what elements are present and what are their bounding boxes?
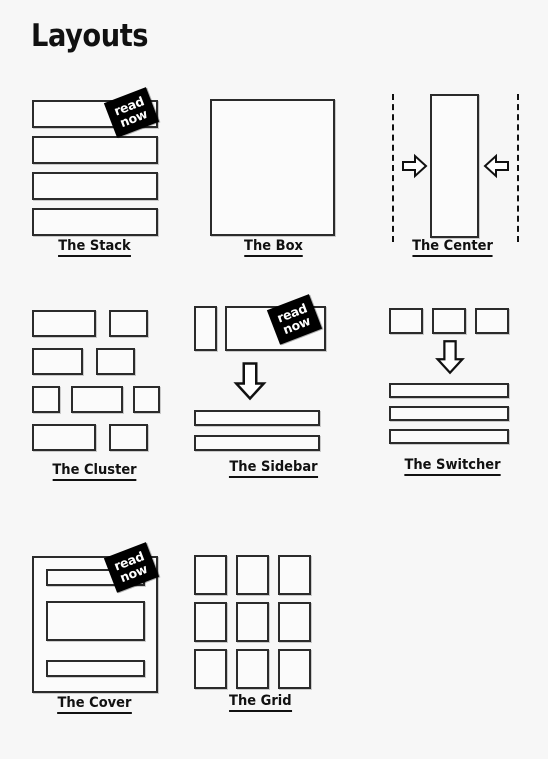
- sidebar-bar-2: [194, 435, 320, 451]
- cluster-rect-6: [71, 386, 123, 413]
- layout-card-cluster[interactable]: The Cluster: [5, 305, 184, 481]
- grid-cell-8: [236, 649, 269, 689]
- layout-card-grid[interactable]: The Grid: [184, 532, 363, 712]
- arrow-down-icon: [435, 340, 465, 375]
- cluster-rect-1: [32, 310, 96, 337]
- grid-diagram: [184, 532, 363, 692]
- layout-label-stack: The Stack: [14, 238, 175, 257]
- cluster-rect-4: [96, 348, 135, 375]
- layout-label-cluster: The Cluster: [14, 462, 175, 481]
- grid-cell-7: [194, 649, 227, 689]
- cover-bottom-bar: [46, 660, 145, 677]
- layout-card-switcher[interactable]: The Switcher: [363, 305, 542, 476]
- stack-diagram: read now: [5, 78, 184, 238]
- switcher-bar-1: [389, 383, 509, 398]
- arrow-down-icon: [233, 362, 267, 401]
- sidebar-narrow-rect: [194, 306, 217, 351]
- switcher-bar-3: [389, 429, 509, 444]
- arrow-right-icon: [402, 153, 428, 179]
- layout-label-switcher: The Switcher: [372, 457, 533, 476]
- stack-rect-4: [32, 208, 158, 236]
- layouts-row: read now The Cover The Grid: [0, 532, 548, 759]
- page-root: { "page": { "title": "Layouts", "backgro…: [0, 0, 548, 751]
- switcher-bar-2: [389, 406, 509, 421]
- layout-card-cover[interactable]: read now The Cover: [5, 532, 184, 714]
- layout-label-sidebar: The Sidebar: [193, 459, 354, 478]
- center-guide-left: [392, 94, 394, 242]
- cluster-rect-7: [133, 386, 160, 413]
- grid-cell-3: [278, 555, 311, 595]
- layout-label-grid: The Grid: [195, 693, 390, 712]
- switcher-diagram: [363, 305, 542, 465]
- switcher-rect-3: [475, 308, 509, 334]
- sidebar-bar-1: [194, 410, 320, 426]
- center-diagram: [363, 78, 542, 242]
- layout-card-center[interactable]: The Center: [363, 78, 542, 257]
- grid-cell-1: [194, 555, 227, 595]
- page-title: Layouts: [31, 18, 149, 54]
- grid-cell-5: [236, 602, 269, 642]
- grid-cell-9: [278, 649, 311, 689]
- box-diagram: [184, 78, 363, 238]
- cluster-rect-9: [109, 424, 148, 451]
- layouts-row: read now The Stack The Box The Center: [0, 78, 548, 305]
- sidebar-diagram: read now: [184, 294, 363, 465]
- grid-cell-6: [278, 602, 311, 642]
- cover-diagram: read now: [5, 532, 184, 693]
- layout-label-cover: The Cover: [14, 695, 175, 714]
- center-rect: [430, 94, 479, 238]
- center-guide-right: [517, 94, 519, 242]
- grid-cell-4: [194, 602, 227, 642]
- layouts-row: The Cluster read now The Sidebar The Swi…: [0, 294, 548, 532]
- layout-card-stack[interactable]: read now The Stack: [5, 78, 184, 257]
- cluster-rect-3: [32, 348, 83, 375]
- cluster-rect-5: [32, 386, 60, 413]
- cover-main-rect: [46, 601, 145, 641]
- layout-label-center: The Center: [372, 238, 533, 257]
- read-now-badge[interactable]: read now: [103, 87, 159, 138]
- arrow-left-icon: [483, 153, 509, 179]
- switcher-rect-1: [389, 308, 423, 334]
- cluster-rect-2: [109, 310, 148, 337]
- stack-rect-2: [32, 136, 158, 164]
- layouts-gallery: read now The Stack The Box The Center Th…: [0, 78, 548, 759]
- layout-card-sidebar[interactable]: read now The Sidebar: [184, 294, 363, 478]
- cluster-diagram: [5, 305, 184, 465]
- cluster-rect-8: [32, 424, 96, 451]
- layout-label-box: The Box: [193, 238, 354, 257]
- layout-card-box[interactable]: The Box: [184, 78, 363, 257]
- grid-cell-2: [236, 555, 269, 595]
- box-square: [210, 99, 335, 236]
- stack-rect-3: [32, 172, 158, 200]
- switcher-rect-2: [432, 308, 466, 334]
